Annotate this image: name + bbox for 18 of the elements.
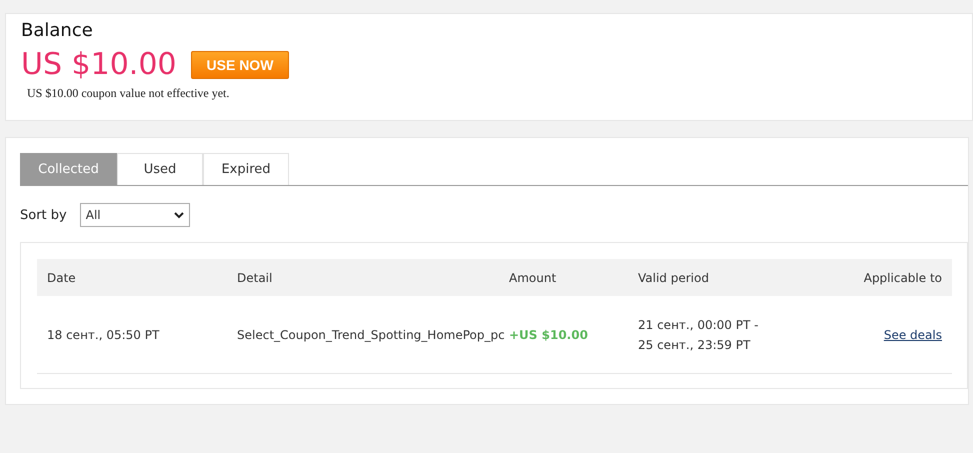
column-header: Amount xyxy=(509,270,558,284)
balance-amount: US $10.00 xyxy=(21,47,177,83)
table-cell-text: Select_Coupon_Trend_Spotting_HomePop_pc xyxy=(237,328,506,342)
table-cell-text: 21 сент., 00:00 PT - 25 сент., 23:59 PT xyxy=(638,316,760,354)
column-header: Applicable to xyxy=(862,270,943,284)
tab[interactable]: Expired xyxy=(203,153,289,185)
tab[interactable]: Used xyxy=(117,153,203,185)
sort-label: Sort by xyxy=(20,208,67,222)
column-header: Valid period xyxy=(638,270,710,284)
table-cell-text: 18 сент., 05:50 PT xyxy=(46,328,160,342)
table-cell-text: +US $10.00 xyxy=(509,328,589,342)
see-deals-link[interactable]: See deals xyxy=(884,328,942,342)
sort-dropdown[interactable]: All xyxy=(80,203,190,227)
balance-note: US $10.00 coupon value not effective yet. xyxy=(27,86,230,101)
chevron-down-icon xyxy=(174,212,184,218)
column-header: Detail xyxy=(237,270,274,284)
balance-title: Balance xyxy=(21,19,94,43)
column-header: Date xyxy=(46,270,77,284)
